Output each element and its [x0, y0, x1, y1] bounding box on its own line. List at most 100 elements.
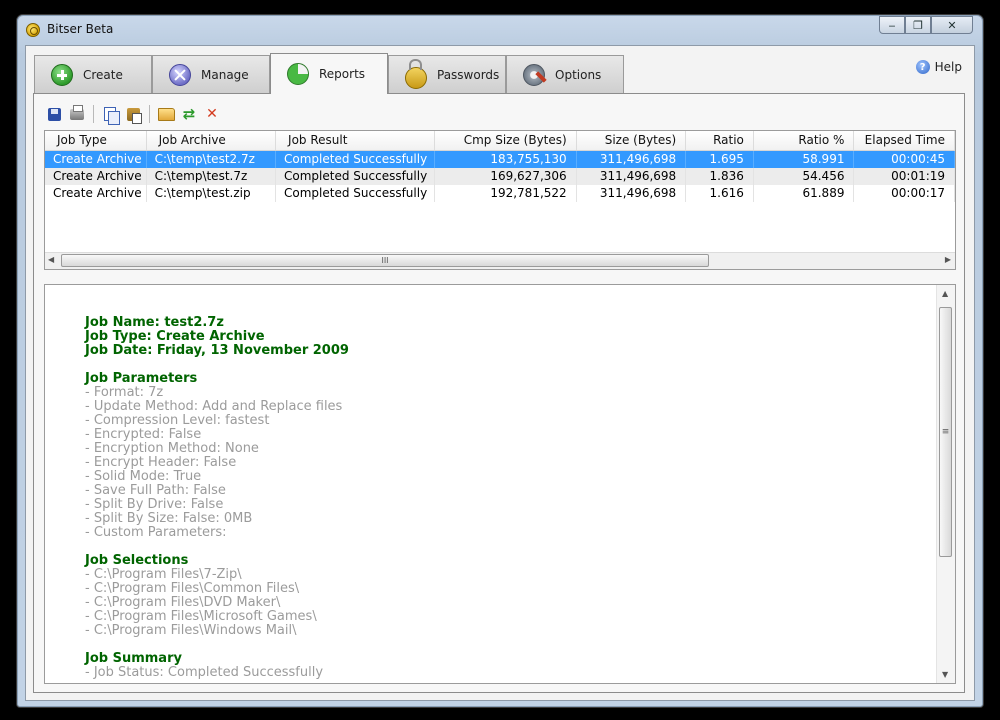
scroll-down-icon[interactable]: ▼ [942, 670, 948, 679]
copy-icon [104, 107, 120, 125]
cell-job-result: Completed Successfully [276, 168, 436, 185]
help-label: Help [934, 60, 962, 74]
column-header[interactable]: Ratio % [754, 131, 855, 150]
parameter-line: - Split By Drive: False [85, 497, 224, 512]
column-header[interactable]: Size (Bytes) [577, 131, 687, 150]
tab-options[interactable]: Options [506, 55, 624, 93]
section-title-parameters: Job Parameters [85, 371, 198, 386]
copy-button[interactable] [100, 104, 120, 125]
column-header[interactable]: Ratio [686, 131, 754, 150]
cell-cmp-size: 169,627,306 [435, 168, 577, 185]
cell-job-type: Create Archive [45, 185, 147, 202]
summary-line: - Job Status: Completed Successfully [85, 665, 324, 680]
tab-passwords[interactable]: Passwords [388, 55, 506, 93]
cell-job-archive: C:\temp\test.7z [147, 168, 277, 185]
cell-ratio: 1.695 [686, 151, 754, 168]
tab-label: Manage [201, 67, 249, 82]
toolbar-separator [149, 105, 150, 123]
close-icon: ✕ [947, 18, 957, 32]
column-header[interactable]: Cmp Size (Bytes) [435, 131, 577, 150]
refresh-icon: ⇄ [182, 104, 196, 123]
cell-job-result: Completed Successfully [276, 151, 436, 168]
cell-ratio-percent: 61.889 [754, 185, 855, 202]
app-window: Bitser Beta ‒ ❐ ✕ Create Manage Reports … [16, 14, 984, 708]
cell-elapsed-time: 00:00:45 [854, 151, 955, 168]
reports-panel: ⇄ ✕ Job Type Job Archive Job Result Cmp … [33, 93, 965, 693]
cell-elapsed-time: 00:01:19 [854, 168, 955, 185]
selection-line: - C:\Program Files\Microsoft Games\ [85, 609, 317, 624]
caption-buttons: ‒ ❐ ✕ [879, 16, 973, 34]
close-button[interactable]: ✕ [931, 16, 973, 34]
parameter-line: - Custom Parameters: [85, 525, 227, 540]
open-folder-icon [157, 107, 175, 121]
cell-ratio-percent: 54.456 [754, 168, 855, 185]
print-icon [70, 104, 84, 120]
column-header[interactable]: Job Result [276, 131, 436, 150]
cell-ratio: 1.616 [686, 185, 754, 202]
refresh-button[interactable]: ⇄ [179, 104, 199, 124]
grip-icon: III [381, 256, 389, 265]
horizontal-scrollbar[interactable]: ◀ III ▶ [45, 252, 955, 269]
cell-size: 311,496,698 [577, 185, 687, 202]
vertical-scrollbar[interactable]: ▲ ≡ ▼ [936, 285, 955, 683]
report-job-date: Job Date: Friday, 13 November 2009 [85, 343, 349, 358]
table-row[interactable]: Create Archive C:\temp\test.zip Complete… [45, 185, 955, 202]
selection-line: - C:\Program Files\Windows Mail\ [85, 623, 297, 638]
delete-button[interactable]: ✕ [202, 104, 222, 124]
print-button[interactable] [67, 104, 87, 124]
toolbar-separator [93, 105, 94, 123]
help-link[interactable]: ? Help [915, 60, 962, 74]
vertical-scroll-thumb[interactable]: ≡ [939, 307, 952, 557]
delete-icon: ✕ [206, 106, 218, 122]
tab-create[interactable]: Create [34, 55, 152, 93]
open-button[interactable] [156, 104, 176, 124]
parameter-line: - Encrypt Header: False [85, 455, 237, 470]
restore-icon: ❐ [913, 18, 923, 32]
table-header: Job Type Job Archive Job Result Cmp Size… [45, 131, 955, 151]
selection-line: - C:\Program Files\Common Files\ [85, 581, 300, 596]
column-header[interactable]: Elapsed Time [854, 131, 955, 150]
scroll-up-icon[interactable]: ▲ [942, 289, 948, 298]
tab-label: Create [83, 67, 123, 82]
scroll-right-icon[interactable]: ▶ [945, 255, 951, 264]
lock-icon [405, 58, 427, 89]
cell-job-archive: C:\temp\test2.7z [147, 151, 277, 168]
minimize-button[interactable]: ‒ [879, 16, 905, 34]
maximize-button[interactable]: ❐ [905, 16, 931, 34]
parameter-line: - Encryption Method: None [85, 441, 259, 456]
selection-line: - C:\Program Files\DVD Maker\ [85, 595, 281, 610]
wrench-icon [523, 63, 545, 86]
paste-icon [126, 107, 142, 124]
paste-button[interactable] [123, 104, 143, 124]
minimize-icon: ‒ [888, 18, 896, 32]
tab-reports[interactable]: Reports [270, 53, 388, 94]
cell-cmp-size: 192,781,522 [435, 185, 577, 202]
cell-elapsed-time: 00:00:17 [854, 185, 955, 202]
cell-job-result: Completed Successfully [276, 185, 436, 202]
tab-label: Passwords [437, 67, 500, 82]
column-header[interactable]: Job Type [45, 131, 147, 150]
app-icon [26, 23, 40, 37]
title-bar[interactable]: Bitser Beta ‒ ❐ ✕ [17, 15, 983, 45]
horizontal-scroll-thumb[interactable]: III [61, 254, 709, 267]
client-area: Create Manage Reports Passwords Options … [25, 45, 975, 701]
window-title: Bitser Beta [47, 22, 114, 36]
tab-label: Reports [319, 67, 366, 81]
table-row[interactable]: Create Archive C:\temp\test2.7z Complete… [45, 151, 955, 168]
table-row[interactable]: Create Archive C:\temp\test.7z Completed… [45, 168, 955, 185]
tab-label: Options [555, 67, 602, 82]
scroll-left-icon[interactable]: ◀ [48, 255, 54, 264]
report-text: Job Name: test2.7z Job Type: Create Arch… [85, 316, 925, 680]
parameter-line: - Split By Size: False: 0MB [85, 511, 253, 526]
parameter-line: - Encrypted: False [85, 427, 202, 442]
section-title-summary: Job Summary [85, 651, 182, 666]
jobs-table: Job Type Job Archive Job Result Cmp Size… [44, 130, 956, 270]
save-button[interactable] [44, 104, 64, 124]
tab-manage[interactable]: Manage [152, 55, 270, 93]
report-job-type: Job Type: Create Archive [85, 329, 265, 344]
column-header[interactable]: Job Archive [147, 131, 277, 150]
report-job-name: Job Name: test2.7z [85, 315, 224, 330]
cell-job-type: Create Archive [45, 168, 147, 185]
manage-icon [169, 63, 191, 86]
plus-circle-icon [51, 63, 73, 86]
